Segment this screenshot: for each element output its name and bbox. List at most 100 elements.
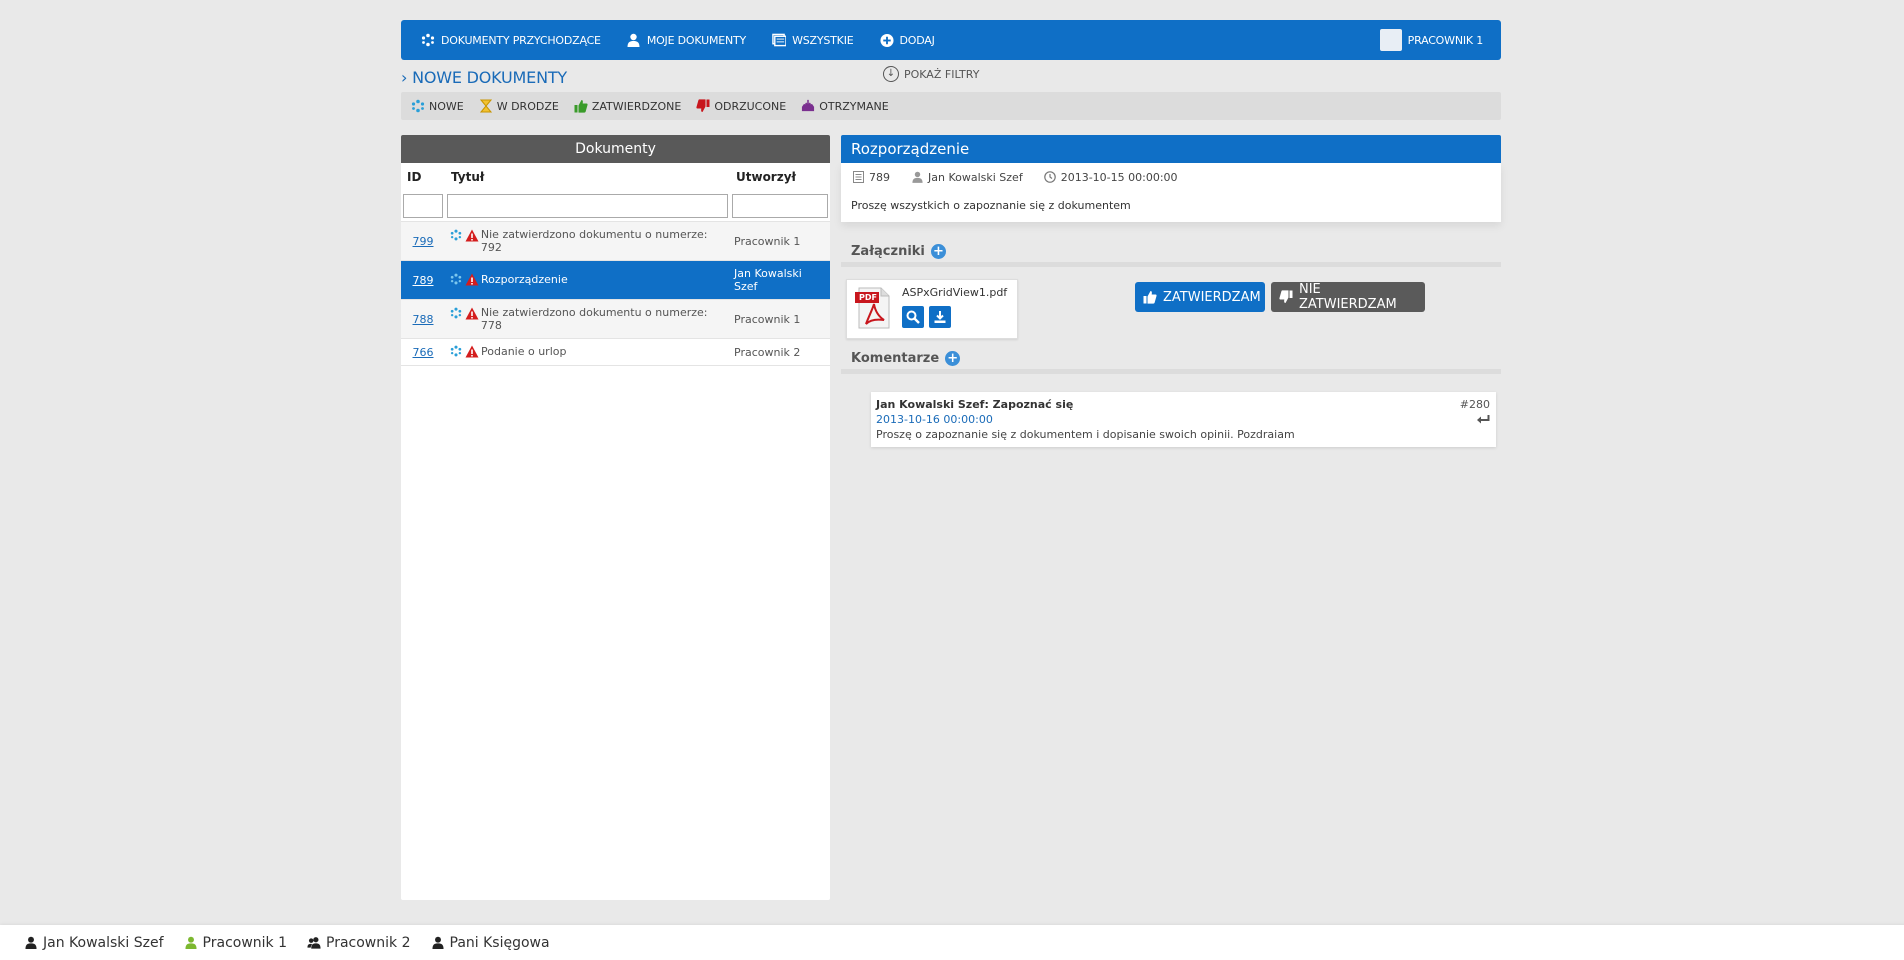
table-row[interactable]: 788 Nie zatwierdzono dokumentu o numerze… xyxy=(401,299,830,338)
heading-row: › NOWE DOKUMENTY ↓ POKAŻ FILTRY xyxy=(401,60,1501,92)
row-id-link[interactable]: 789 xyxy=(413,274,434,287)
users-icon xyxy=(307,936,321,950)
table-row[interactable]: 766 Podanie o urlop Pracownik 2 xyxy=(401,338,830,366)
status-rejected[interactable]: ODRZUCONE xyxy=(696,99,786,113)
pdf-badge: PDF xyxy=(859,293,877,302)
avatar xyxy=(1379,29,1402,51)
warning-icon xyxy=(465,228,479,242)
comment-author: Jan Kowalski Szef: Zapoznać się xyxy=(876,398,1074,411)
user-icon xyxy=(431,936,445,950)
row-id-cell: 788 xyxy=(401,300,445,338)
row-title-cell: Nie zatwierdzono dokumentu o numerze: 77… xyxy=(445,300,732,338)
new-icon xyxy=(449,228,463,242)
approve-label: ZATWIERDZAM xyxy=(1163,289,1261,305)
nav-incoming-documents[interactable]: DOKUMENTY PRZYCHODZĄCE xyxy=(401,20,614,60)
documents-icon xyxy=(772,33,787,47)
reply-icon[interactable] xyxy=(1476,414,1490,430)
hourglass-icon xyxy=(479,99,493,113)
table-row[interactable]: 799 Nie zatwierdzono dokumentu o numerze… xyxy=(401,221,830,260)
attachments-header: Załączniki + xyxy=(841,240,1501,267)
row-id-cell: 789 xyxy=(401,261,445,299)
footer-user-pracownik-2[interactable]: Pracownik 2 xyxy=(307,935,411,951)
new-icon xyxy=(449,344,463,358)
row-id-cell: 766 xyxy=(401,339,445,365)
footer-user-switcher: Jan Kowalski Szef Pracownik 1 Pracownik … xyxy=(0,925,1904,960)
attachment-actions xyxy=(902,306,951,328)
status-label: ZATWIERDZONE xyxy=(591,99,682,113)
approve-button[interactable]: ZATWIERDZAM xyxy=(1135,282,1265,312)
status-new[interactable]: NOWE xyxy=(411,99,464,113)
row-id-link[interactable]: 766 xyxy=(413,346,434,359)
grid-header: ID Tytuł Utworzył xyxy=(401,163,830,191)
comment-item: Jan Kowalski Szef: Zapoznać się 2013-10-… xyxy=(871,392,1496,447)
clock-icon xyxy=(1043,170,1057,184)
filter-id-input[interactable] xyxy=(403,194,443,218)
footer-user-label: Pracownik 1 xyxy=(202,934,288,951)
filter-title-input[interactable] xyxy=(447,194,728,218)
filter-created-input[interactable] xyxy=(732,194,828,218)
footer-user-jan-kowalski-szef[interactable]: Jan Kowalski Szef xyxy=(24,935,164,951)
status-received[interactable]: OTRZYMANE xyxy=(801,99,889,113)
meta-author: Jan Kowalski Szef xyxy=(910,170,1023,184)
add-attachment-button[interactable]: + xyxy=(930,243,946,259)
page-title: › NOWE DOKUMENTY xyxy=(401,68,567,87)
thumbs-down-icon xyxy=(696,99,710,113)
add-comment-button[interactable]: + xyxy=(945,350,961,366)
thumbs-up-icon xyxy=(1143,290,1157,304)
status-filter-bar: NOWE W DRODZE ZATWIERDZONE ODRZUCONE OTR… xyxy=(401,92,1501,120)
plus-circle-icon xyxy=(879,33,894,47)
document-card: 789 Jan Kowalski Szef 2013-10-15 00:00:0… xyxy=(841,163,1501,222)
comment-date: 2013-10-16 00:00:00 xyxy=(876,413,993,426)
status-approved[interactable]: ZATWIERDZONE xyxy=(574,99,681,113)
row-created: Pracownik 1 xyxy=(734,234,801,248)
row-created: Jan Kowalski Szef xyxy=(734,267,802,293)
column-header-title[interactable]: Tytuł xyxy=(445,170,732,184)
thumbs-down-icon xyxy=(1279,290,1293,304)
attachment-filename[interactable]: ASPxGridView1.pdf xyxy=(902,286,1007,299)
column-header-created[interactable]: Utworzył xyxy=(732,170,830,184)
row-id-link[interactable]: 788 xyxy=(413,313,434,326)
status-in-progress[interactable]: W DRODZE xyxy=(479,99,559,113)
download-attachment-button[interactable] xyxy=(929,306,951,328)
status-label: OTRZYMANE xyxy=(819,99,889,113)
meta-id: 789 xyxy=(851,170,890,184)
user-icon xyxy=(627,33,641,47)
row-title: Rozporządzenie xyxy=(481,272,568,286)
row-title-cell: Podanie o urlop xyxy=(445,339,732,365)
reject-button[interactable]: NIE ZATWIERDZAM xyxy=(1271,282,1425,312)
thumbs-up-icon xyxy=(574,99,588,113)
column-header-id[interactable]: ID xyxy=(401,170,445,184)
user-icon xyxy=(184,936,198,950)
meta-id-value: 789 xyxy=(869,170,890,184)
warning-icon xyxy=(465,306,479,320)
top-nav: DOKUMENTY PRZYCHODZĄCE MOJE DOKUMENTY WS… xyxy=(401,20,1501,60)
nav-add[interactable]: DODAJ xyxy=(867,20,948,60)
row-title: Podanie o urlop xyxy=(481,344,567,358)
row-title: Nie zatwierdzono dokumentu o numerze: 79… xyxy=(480,228,708,254)
grid-filter-row xyxy=(401,191,830,221)
user-icon xyxy=(24,936,38,950)
nav-all[interactable]: WSZYSTKIE xyxy=(759,20,866,60)
comment-number: #280 xyxy=(1459,398,1490,411)
preview-attachment-button[interactable] xyxy=(902,306,924,328)
nav-my-documents[interactable]: MOJE DOKUMENTY xyxy=(614,20,759,60)
nav-label: DODAJ xyxy=(899,33,935,47)
attachments-row: PDF ASPxGridView1.pdf ZATWIERDZAM NIE ZA… xyxy=(841,267,1501,347)
footer-user-label: Pani Księgowa xyxy=(449,934,550,951)
table-row-selected[interactable]: 789 Rozporządzenie Jan Kowalski Szef xyxy=(401,260,830,299)
footer-user-label: Jan Kowalski Szef xyxy=(43,934,164,951)
meta-date-value: 2013-10-15 00:00:00 xyxy=(1060,170,1178,184)
current-user: PRACOWNIK 1 xyxy=(1407,33,1484,47)
footer-user-pracownik-1[interactable]: Pracownik 1 xyxy=(184,935,287,951)
row-id-link[interactable]: 799 xyxy=(413,235,434,248)
nav-user-menu[interactable]: PRACOWNIK 1 xyxy=(1367,20,1501,60)
show-filters-button[interactable]: ↓ POKAŻ FILTRY xyxy=(883,66,979,82)
document-body: Proszę wszystkich o zapoznanie się z dok… xyxy=(851,199,1131,212)
row-title-cell: Nie zatwierdzono dokumentu o numerze: 79… xyxy=(445,222,732,260)
document-title: Rozporządzenie xyxy=(841,135,1501,163)
documents-panel-title: Dokumenty xyxy=(401,135,830,163)
status-label: W DRODZE xyxy=(496,99,559,113)
footer-user-pani-ksiegowa[interactable]: Pani Księgowa xyxy=(431,935,550,951)
document-icon xyxy=(851,170,865,184)
reject-label: NIE ZATWIERDZAM xyxy=(1299,282,1397,312)
